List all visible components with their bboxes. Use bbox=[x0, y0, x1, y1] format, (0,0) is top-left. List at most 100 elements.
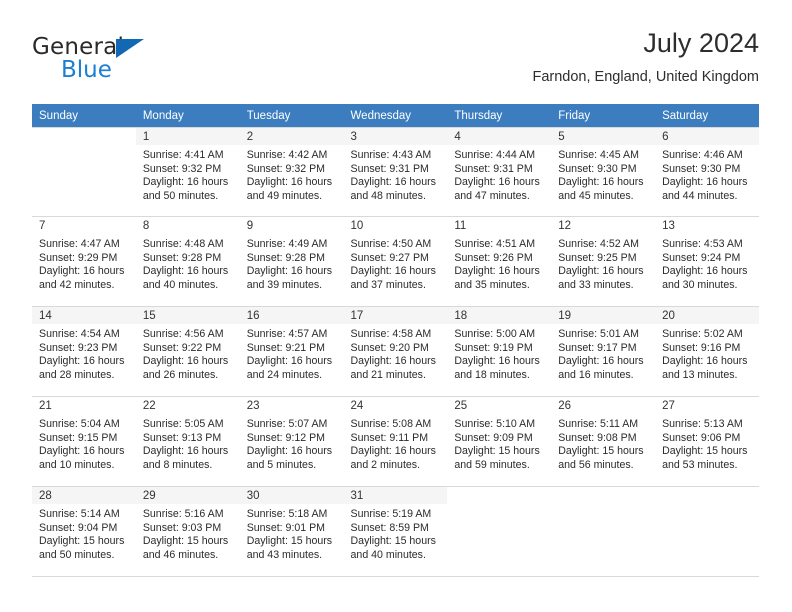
daylight-text-line2: and 40 minutes. bbox=[350, 548, 426, 561]
day-number: 8 bbox=[135, 217, 240, 234]
calendar-day-cell[interactable]: 4 Sunrise: 4:44 AM Sunset: 9:31 PM Daylight… bbox=[447, 127, 552, 217]
calendar-week-row: 14 Sunrise: 4:54 AM Sunset: 9:23 PM Dayligh… bbox=[32, 307, 759, 397]
day-number: 18 bbox=[447, 307, 552, 324]
calendar-week-row: 7 Sunrise: 4:47 AM Sunset: 9:29 PM Daylight… bbox=[32, 217, 759, 307]
calendar-day-cell[interactable]: 30 Sunrise: 5:18 AM Sunset: 9:01 PM Dayligh… bbox=[239, 487, 344, 577]
sunrise-text: Sunrise: 4:47 AM bbox=[39, 238, 120, 250]
day-cell-inner: 23 Sunrise: 5:07 AM Sunset: 9:12 PM Dayligh… bbox=[239, 397, 344, 487]
calendar-day-cell[interactable]: 1 Sunrise: 4:41 AM Sunset: 9:32 PM Daylight… bbox=[135, 127, 240, 217]
day-cell-inner: 25 Sunrise: 5:10 AM Sunset: 9:09 PM Dayligh… bbox=[447, 397, 552, 487]
day-number: 7 bbox=[32, 217, 136, 234]
daylight-text-line2: and 21 minutes. bbox=[350, 368, 426, 381]
sunset-text: Sunset: 9:32 PM bbox=[246, 162, 326, 175]
day-number: 2 bbox=[239, 128, 344, 145]
calendar-day-cell[interactable]: 25 Sunrise: 5:10 AM Sunset: 9:09 PM Dayligh… bbox=[447, 397, 552, 487]
sunset-text: Sunset: 8:59 PM bbox=[350, 521, 429, 534]
calendar-day-cell[interactable]: 26 Sunrise: 5:11 AM Sunset: 9:08 PM Dayligh… bbox=[551, 397, 656, 487]
day-details: Sunrise: 4:43 AM Sunset: 9:31 PM Daylight:… bbox=[344, 145, 448, 203]
sunrise-text: Sunrise: 5:02 AM bbox=[662, 328, 743, 340]
day-details: Sunrise: 4:45 AM Sunset: 9:30 PM Daylight:… bbox=[551, 145, 655, 203]
day-details: Sunrise: 5:19 AM Sunset: 8:59 PM Daylight:… bbox=[344, 504, 448, 562]
day-number: 11 bbox=[447, 217, 552, 234]
daylight-text-line2: and 35 minutes. bbox=[454, 278, 530, 291]
calendar-day-cell[interactable]: 31 Sunrise: 5:19 AM Sunset: 8:59 PM Dayligh… bbox=[343, 487, 448, 577]
daylight-text-line2: and 28 minutes. bbox=[39, 368, 115, 381]
weekday-header-saturday: Saturday bbox=[655, 104, 759, 127]
sunset-text: Sunset: 9:26 PM bbox=[454, 251, 533, 264]
day-details: Sunrise: 5:01 AM Sunset: 9:17 PM Daylight:… bbox=[551, 324, 655, 382]
page-subtitle-location: Farndon, England, United Kingdom bbox=[532, 69, 759, 85]
calendar-day-cell[interactable]: 20 Sunrise: 5:02 AM Sunset: 9:16 PM Dayligh… bbox=[655, 307, 759, 397]
day-details: Sunrise: 5:14 AM Sunset: 9:04 PM Daylight:… bbox=[32, 504, 136, 562]
sunset-text: Sunset: 9:06 PM bbox=[662, 431, 741, 444]
calendar-day-cell[interactable]: 8 Sunrise: 4:48 AM Sunset: 9:28 PM Daylight… bbox=[135, 217, 240, 307]
calendar-day-cell[interactable]: 24 Sunrise: 5:08 AM Sunset: 9:11 PM Dayligh… bbox=[343, 397, 448, 487]
day-cell-inner: 27 Sunrise: 5:13 AM Sunset: 9:06 PM Dayligh… bbox=[655, 397, 759, 487]
day-cell-inner: 19 Sunrise: 5:01 AM Sunset: 9:17 PM Dayligh… bbox=[551, 307, 656, 397]
day-cell-inner: 21 Sunrise: 5:04 AM Sunset: 9:15 PM Dayligh… bbox=[32, 397, 136, 487]
day-cell-inner: 12 Sunrise: 4:52 AM Sunset: 9:25 PM Dayligh… bbox=[551, 217, 656, 307]
day-cell-inner: 13 Sunrise: 4:53 AM Sunset: 9:24 PM Dayligh… bbox=[655, 217, 759, 307]
sunrise-text: Sunrise: 5:01 AM bbox=[558, 328, 639, 340]
calendar-day-cell[interactable]: 12 Sunrise: 4:52 AM Sunset: 9:25 PM Dayligh… bbox=[551, 217, 656, 307]
calendar-day-cell[interactable]: 17 Sunrise: 4:58 AM Sunset: 9:20 PM Dayligh… bbox=[343, 307, 448, 397]
day-details: Sunrise: 5:16 AM Sunset: 9:03 PM Daylight:… bbox=[136, 504, 240, 562]
day-cell-inner: 31 Sunrise: 5:19 AM Sunset: 8:59 PM Dayligh… bbox=[343, 487, 448, 577]
calendar-day-cell[interactable]: 11 Sunrise: 4:51 AM Sunset: 9:26 PM Dayligh… bbox=[447, 217, 552, 307]
day-cell-inner: 14 Sunrise: 4:54 AM Sunset: 9:23 PM Dayligh… bbox=[32, 307, 136, 397]
calendar-day-cell[interactable]: 19 Sunrise: 5:01 AM Sunset: 9:17 PM Dayligh… bbox=[551, 307, 656, 397]
day-cell-inner: 24 Sunrise: 5:08 AM Sunset: 9:11 PM Dayligh… bbox=[343, 397, 448, 487]
daylight-text-line1: Daylight: 15 hours bbox=[558, 445, 644, 458]
calendar-day-cell[interactable]: 13 Sunrise: 4:53 AM Sunset: 9:24 PM Dayligh… bbox=[655, 217, 759, 307]
calendar-day-cell[interactable]: 14 Sunrise: 4:54 AM Sunset: 9:23 PM Dayligh… bbox=[32, 307, 136, 397]
day-details: Sunrise: 5:07 AM Sunset: 9:12 PM Daylight:… bbox=[240, 414, 344, 472]
general-blue-logo[interactable]: General Blue bbox=[32, 34, 232, 90]
calendar-day-cell[interactable]: 3 Sunrise: 4:43 AM Sunset: 9:31 PM Daylight… bbox=[343, 127, 448, 217]
daylight-text-line2: and 2 minutes. bbox=[350, 458, 421, 471]
logo-text-blue: Blue bbox=[61, 57, 112, 83]
day-number: 29 bbox=[135, 487, 240, 504]
daylight-text-line2: and 59 minutes. bbox=[454, 458, 530, 471]
daylight-text-line2: and 42 minutes. bbox=[39, 278, 115, 291]
calendar-day-cell[interactable]: 15 Sunrise: 4:56 AM Sunset: 9:22 PM Dayligh… bbox=[135, 307, 240, 397]
daylight-text-line2: and 10 minutes. bbox=[39, 458, 115, 471]
day-details: Sunrise: 4:56 AM Sunset: 9:22 PM Daylight:… bbox=[136, 324, 240, 382]
sunrise-text: Sunrise: 5:04 AM bbox=[39, 418, 120, 430]
day-number: 1 bbox=[135, 128, 240, 145]
calendar-day-cell[interactable]: 2 Sunrise: 4:42 AM Sunset: 9:32 PM Daylight… bbox=[239, 127, 344, 217]
calendar-day-cell[interactable]: 29 Sunrise: 5:16 AM Sunset: 9:03 PM Dayligh… bbox=[135, 487, 240, 577]
calendar-day-cell[interactable]: 7 Sunrise: 4:47 AM Sunset: 9:29 PM Daylight… bbox=[32, 217, 136, 307]
sunset-text: Sunset: 9:27 PM bbox=[350, 251, 429, 264]
day-cell-inner: 6 Sunrise: 4:46 AM Sunset: 9:30 PM Daylight… bbox=[655, 127, 759, 217]
empty-cell-filler bbox=[447, 487, 552, 577]
calendar-day-cell[interactable]: 27 Sunrise: 5:13 AM Sunset: 9:06 PM Dayligh… bbox=[655, 397, 759, 487]
day-cell-inner: 5 Sunrise: 4:45 AM Sunset: 9:30 PM Daylight… bbox=[551, 127, 656, 217]
day-details: Sunrise: 5:11 AM Sunset: 9:08 PM Daylight:… bbox=[551, 414, 655, 472]
daylight-text-line1: Daylight: 16 hours bbox=[246, 265, 333, 278]
calendar-day-cell[interactable]: 28 Sunrise: 5:14 AM Sunset: 9:04 PM Dayligh… bbox=[32, 487, 136, 577]
daylight-text-line2: and 18 minutes. bbox=[454, 368, 530, 381]
day-cell-inner: 1 Sunrise: 4:41 AM Sunset: 9:32 PM Daylight… bbox=[135, 127, 240, 217]
page-title: July 2024 bbox=[643, 28, 759, 58]
calendar-day-cell[interactable]: 10 Sunrise: 4:50 AM Sunset: 9:27 PM Dayligh… bbox=[343, 217, 448, 307]
day-number: 19 bbox=[551, 307, 656, 324]
weekday-header-wednesday: Wednesday bbox=[343, 104, 448, 127]
sunrise-text: Sunrise: 4:43 AM bbox=[350, 149, 432, 161]
calendar-day-cell[interactable]: 18 Sunrise: 5:00 AM Sunset: 9:19 PM Dayligh… bbox=[447, 307, 552, 397]
day-cell-inner: 8 Sunrise: 4:48 AM Sunset: 9:28 PM Daylight… bbox=[135, 217, 240, 307]
daylight-text-line2: and 13 minutes. bbox=[662, 368, 738, 381]
calendar-day-cell[interactable]: 6 Sunrise: 4:46 AM Sunset: 9:30 PM Daylight… bbox=[655, 127, 759, 217]
day-details: Sunrise: 4:44 AM Sunset: 9:31 PM Daylight:… bbox=[447, 145, 551, 203]
calendar-day-cell[interactable]: 16 Sunrise: 4:57 AM Sunset: 9:21 PM Dayligh… bbox=[239, 307, 344, 397]
day-cell-inner: 26 Sunrise: 5:11 AM Sunset: 9:08 PM Dayligh… bbox=[551, 397, 656, 487]
daylight-text-line2: and 24 minutes. bbox=[246, 368, 323, 381]
day-number: 23 bbox=[239, 397, 344, 414]
day-cell-inner: 18 Sunrise: 5:00 AM Sunset: 9:19 PM Dayligh… bbox=[447, 307, 552, 397]
calendar-day-cell[interactable]: 22 Sunrise: 5:05 AM Sunset: 9:13 PM Dayligh… bbox=[135, 397, 240, 487]
daylight-text-line1: Daylight: 16 hours bbox=[142, 445, 229, 458]
calendar-day-cell[interactable]: 23 Sunrise: 5:07 AM Sunset: 9:12 PM Dayligh… bbox=[239, 397, 344, 487]
calendar-day-cell[interactable]: 9 Sunrise: 4:49 AM Sunset: 9:28 PM Daylight… bbox=[239, 217, 344, 307]
calendar-day-cell[interactable]: 21 Sunrise: 5:04 AM Sunset: 9:15 PM Dayligh… bbox=[32, 397, 136, 487]
calendar-day-cell[interactable]: 5 Sunrise: 4:45 AM Sunset: 9:30 PM Daylight… bbox=[551, 127, 656, 217]
day-cell-inner: 29 Sunrise: 5:16 AM Sunset: 9:03 PM Dayligh… bbox=[135, 487, 240, 577]
